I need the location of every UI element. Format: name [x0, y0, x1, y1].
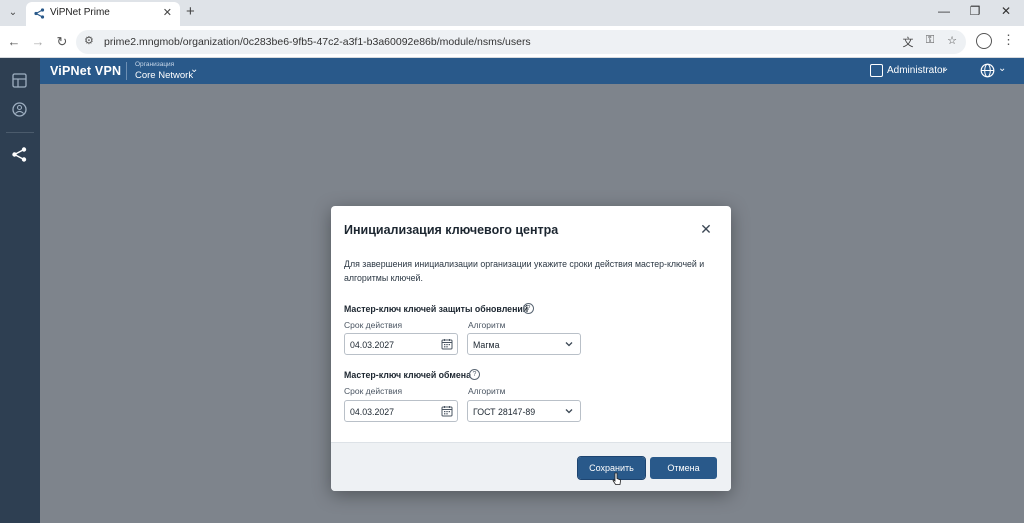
chevron-down-icon [565, 342, 573, 347]
bookmark-star-icon[interactable]: ☆ [944, 34, 960, 47]
dialog-title: Инициализация ключевого центра [344, 223, 559, 237]
browser-tab-bar: ⌄ ViPNet Prime ✕ + — ❐ ✕ [0, 0, 1024, 26]
dialog-description: Для завершения инициализации организации… [344, 259, 705, 283]
tab-title: ViPNet Prime [50, 7, 110, 18]
network-share-icon[interactable] [11, 146, 28, 163]
language-chevron-down-icon[interactable]: ⌄ [998, 63, 1006, 74]
url-text[interactable]: prime2.mngmob/organization/0c283be6-9fb5… [104, 36, 531, 48]
browser-tab[interactable]: ViPNet Prime ✕ [26, 2, 180, 26]
header-divider [126, 62, 127, 80]
profile-icon[interactable] [976, 33, 992, 49]
tab-search-chevron-icon[interactable]: ⌄ [4, 5, 22, 21]
algorithm-label: Алгоритм [468, 320, 506, 330]
exchange-key-algorithm-select[interactable]: ГОСТ 28147-89 [467, 400, 581, 422]
restore-icon[interactable]: ❐ [965, 4, 985, 18]
organization-selector[interactable]: Core Network [135, 70, 193, 81]
vipnet-favicon-icon [34, 8, 45, 19]
dashboard-icon[interactable] [11, 72, 28, 89]
organization-label: Организация [135, 61, 175, 68]
back-icon[interactable]: ← [6, 33, 22, 51]
password-key-icon[interactable]: ⚿ [922, 34, 938, 47]
brand-title: ViPNet VPN [50, 64, 122, 78]
tab-close-icon[interactable]: ✕ [163, 6, 172, 19]
validity-label: Срок действия [344, 320, 403, 330]
user-chevron-down-icon[interactable]: ⌄ [941, 63, 949, 74]
help-icon[interactable]: ? [469, 369, 480, 380]
cancel-button[interactable]: Отмена [650, 457, 717, 479]
address-bar: ← → ↻ ⚙ prime2.mngmob/organization/0c283… [0, 26, 1024, 58]
update-key-algorithm-select[interactable]: Магма [467, 333, 581, 355]
new-tab-icon[interactable]: + [186, 3, 195, 20]
date-value: 04.03.2027 [350, 340, 395, 350]
user-card-icon [870, 64, 883, 77]
algorithm-label: Алгоритм [468, 386, 506, 396]
validity-label: Срок действия [344, 386, 403, 396]
rail-divider [6, 132, 34, 133]
help-icon[interactable]: ? [523, 303, 534, 314]
calendar-icon[interactable] [441, 405, 453, 417]
dialog-footer: Сохранить Отмена [331, 442, 731, 491]
calendar-icon[interactable] [441, 338, 453, 350]
init-key-center-dialog: Инициализация ключевого центра ✕ Для зав… [331, 206, 731, 491]
url-field[interactable]: ⚙ prime2.mngmob/organization/0c283be6-9f… [76, 30, 966, 54]
app-header: ViPNet VPN Организация Core Network ⌄ Ad… [40, 58, 1024, 84]
language-globe-icon[interactable] [980, 63, 995, 78]
organization-icon[interactable] [11, 101, 28, 118]
section-title-update-key: Мастер-ключ ключей защиты обновлений [344, 304, 529, 314]
forward-icon[interactable]: → [30, 33, 46, 51]
date-value: 04.03.2027 [350, 407, 395, 417]
translate-icon[interactable]: 文 [900, 34, 916, 50]
section-title-exchange-key: Мастер-ключ ключей обмена [344, 370, 471, 380]
user-menu[interactable]: Administrator [887, 65, 946, 76]
reload-icon[interactable]: ↻ [54, 33, 70, 51]
close-icon[interactable]: ✕ [697, 220, 715, 238]
site-info-icon[interactable]: ⚙ [84, 34, 94, 47]
organization-chevron-down-icon[interactable]: ⌄ [190, 64, 198, 75]
select-value: ГОСТ 28147-89 [473, 407, 536, 417]
window-close-icon[interactable]: ✕ [996, 4, 1016, 18]
browser-menu-icon[interactable]: ⋮ [1002, 32, 1015, 48]
chevron-down-icon [565, 409, 573, 414]
minimize-icon[interactable]: — [934, 4, 954, 18]
left-rail [0, 58, 40, 523]
mouse-pointer-icon [612, 472, 622, 485]
update-key-validity-input[interactable]: 04.03.2027 [344, 333, 458, 355]
exchange-key-validity-input[interactable]: 04.03.2027 [344, 400, 458, 422]
select-value: Магма [473, 340, 500, 350]
